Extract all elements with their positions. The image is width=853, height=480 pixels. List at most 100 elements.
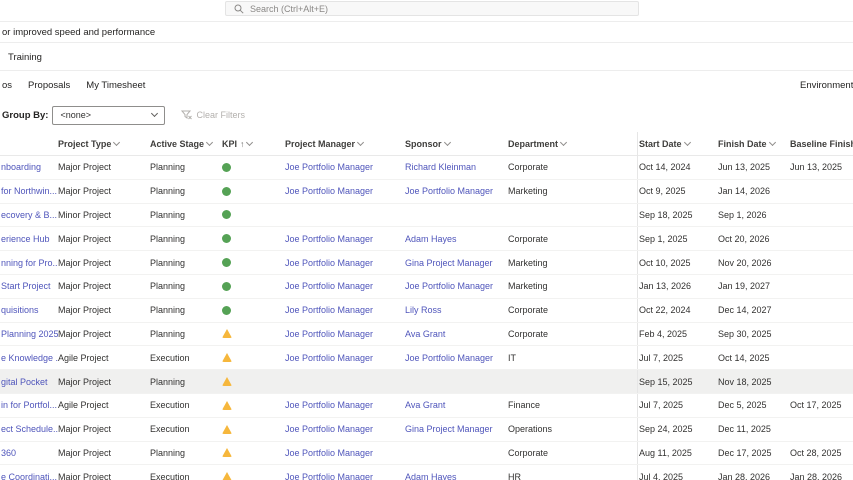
department-cell: Marketing xyxy=(508,257,548,268)
project-type-cell: Agile Project xyxy=(58,352,109,363)
table-row[interactable]: erience Hub Major Project Planning Joe Port… xyxy=(0,227,853,252)
column-header-project-type[interactable]: Project Type xyxy=(58,132,150,156)
project-manager-link[interactable]: Joe Portfolio Manager xyxy=(285,180,405,203)
baseline-finish-cell: Oct 17, 2025 xyxy=(790,400,842,411)
search-input[interactable] xyxy=(250,3,638,14)
project-manager-link[interactable]: Joe Portfolio Manager xyxy=(285,346,405,369)
projects-table: Project Type Active Stage KPI ↑ Project Mana… xyxy=(0,132,853,480)
finish-date-cell: Nov 18, 2025 xyxy=(718,376,772,387)
table-row[interactable]: nning for Pro... Major Project Planning Joe… xyxy=(0,251,853,275)
baseline-finish-cell xyxy=(790,418,853,441)
project-name-link[interactable]: e Knowledge ... xyxy=(0,346,58,369)
kpi-on-track-icon xyxy=(222,210,231,220)
project-name-link[interactable]: e Coordinati... xyxy=(0,465,58,480)
department-cell: Corporate xyxy=(508,162,549,173)
project-manager-link[interactable]: Joe Portfolio Manager xyxy=(285,275,405,298)
chevron-down-icon xyxy=(768,138,776,147)
sponsor-link[interactable]: Adam Hayes xyxy=(405,227,508,250)
search-box[interactable] xyxy=(225,1,639,16)
project-name-link[interactable]: nning for Pro... xyxy=(0,251,58,274)
finish-date-cell: Dec 5, 2025 xyxy=(718,400,767,411)
project-manager-link[interactable]: Joe Portfolio Manager xyxy=(285,418,405,441)
project-name-link[interactable]: in for Portfol... xyxy=(0,394,58,417)
sponsor-link[interactable]: Gina Project Manager xyxy=(405,418,508,441)
project-name-link[interactable]: gital Pocket xyxy=(0,370,58,393)
kpi-cell xyxy=(222,394,285,417)
column-header-kpi[interactable]: KPI ↑ xyxy=(222,132,285,156)
table-row[interactable]: in for Portfol... Agile Project Execution J… xyxy=(0,393,853,418)
sponsor-link[interactable]: Lily Ross xyxy=(405,299,508,322)
sponsor-link[interactable]: Ava Grant xyxy=(405,323,508,346)
tab-training[interactable]: Training xyxy=(8,52,42,63)
table-row[interactable]: quisitions Major Project Planning Joe Portf… xyxy=(0,298,853,323)
project-type-cell: Agile Project xyxy=(58,400,109,411)
column-header-project-manager[interactable]: Project Manager xyxy=(285,132,405,156)
project-name-link[interactable]: for Northwin... xyxy=(0,180,58,203)
column-header-start-date[interactable]: Start Date xyxy=(637,132,718,156)
group-by-value: <none> xyxy=(60,110,91,120)
nav-item-proposals[interactable]: Proposals xyxy=(28,80,70,91)
sponsor-link[interactable]: Joe Portfolio Manager xyxy=(405,275,508,298)
active-stage-cell: Execution xyxy=(150,471,190,480)
project-manager-link[interactable]: Joe Portfolio Manager xyxy=(285,227,405,250)
project-name-link[interactable]: Start Project xyxy=(0,275,58,298)
sponsor-link[interactable]: Ava Grant xyxy=(405,394,508,417)
table-row[interactable]: Start Project Major Project Planning Joe Po… xyxy=(0,274,853,299)
project-name-link[interactable]: ect Schedule... xyxy=(0,418,58,441)
finish-date-cell: Nov 20, 2026 xyxy=(718,257,772,268)
chevron-down-icon xyxy=(246,138,254,147)
sponsor-link[interactable]: Adam Hayes xyxy=(405,465,508,480)
sponsor-link[interactable]: Gina Project Manager xyxy=(405,251,508,274)
table-row[interactable]: nboarding Major Project Planning Joe Portfo… xyxy=(0,156,853,180)
project-name-link[interactable]: nboarding xyxy=(0,156,58,179)
clear-filters-button[interactable]: Clear Filters xyxy=(181,110,245,120)
notification-banner: or improved speed and performance xyxy=(0,21,853,43)
project-manager-link[interactable]: Joe Portfolio Manager xyxy=(285,156,405,179)
sponsor-link xyxy=(405,442,508,465)
table-row[interactable]: ecovery & B... Minor Project Planning Sep 1… xyxy=(0,203,853,228)
project-type-cell: Major Project xyxy=(58,424,112,435)
table-row[interactable]: for Northwin... Major Project Planning Joe … xyxy=(0,179,853,204)
project-manager-link[interactable]: Joe Portfolio Manager xyxy=(285,465,405,480)
group-by-dropdown[interactable]: <none> xyxy=(52,105,166,125)
project-name-link[interactable]: 360 xyxy=(0,442,58,465)
column-label: Department xyxy=(508,139,559,149)
column-header-active-stage[interactable]: Active Stage xyxy=(150,132,222,156)
project-name-link[interactable]: erience Hub xyxy=(0,227,58,250)
nav-item-my-timesheet[interactable]: My Timesheet xyxy=(86,80,145,91)
sponsor-link[interactable]: Richard Kleinman xyxy=(405,156,508,179)
chevron-down-icon xyxy=(683,138,691,147)
active-stage-cell: Execution xyxy=(150,400,190,411)
project-manager-link[interactable]: Joe Portfolio Manager xyxy=(285,251,405,274)
project-manager-link[interactable]: Joe Portfolio Manager xyxy=(285,394,405,417)
column-header-department[interactable]: Department xyxy=(508,132,637,156)
column-header-finish-date[interactable]: Finish Date xyxy=(718,132,790,156)
table-row[interactable]: gital Pocket Major Project Planning Sep 15,… xyxy=(0,370,853,394)
column-header-baseline-finish[interactable]: Baseline Finish xyxy=(790,132,853,156)
project-manager-link[interactable]: Joe Portfolio Manager xyxy=(285,299,405,322)
column-header-sponsor[interactable]: Sponsor xyxy=(405,132,508,156)
finish-date-cell: Sep 30, 2025 xyxy=(718,328,772,339)
sponsor-link[interactable]: Joe Portfolio Manager xyxy=(405,180,508,203)
table-row[interactable]: e Coordinati... Major Project Execution Joe… xyxy=(0,465,853,480)
table-row[interactable]: ect Schedule... Major Project Execution Joe… xyxy=(0,417,853,442)
project-name-link[interactable]: Planning 2025 xyxy=(0,323,58,346)
start-date-cell: Sep 24, 2025 xyxy=(637,417,718,441)
project-name-link[interactable]: ecovery & B... xyxy=(0,204,58,227)
nav-item-environment[interactable]: Environment xyxy=(800,72,853,98)
start-date-cell: Oct 9, 2025 xyxy=(637,179,718,203)
project-type-cell: Major Project xyxy=(58,162,112,173)
department-cell xyxy=(508,204,637,227)
nav-item-portfolios[interactable]: os xyxy=(2,80,12,91)
project-type-cell: Minor Project xyxy=(58,209,112,220)
project-manager-link[interactable]: Joe Portfolio Manager xyxy=(285,323,405,346)
sponsor-link[interactable]: Joe Portfolio Manager xyxy=(405,346,508,369)
table-row[interactable]: e Knowledge ... Agile Project Execution Joe… xyxy=(0,346,853,371)
project-name-link[interactable]: quisitions xyxy=(0,299,58,322)
project-manager-link[interactable]: Joe Portfolio Manager xyxy=(285,442,405,465)
chevron-down-icon xyxy=(443,138,451,147)
table-row[interactable]: 360 Major Project Planning Joe Portfolio Ma… xyxy=(0,441,853,466)
table-row[interactable]: Planning 2025 Major Project Planning Joe Po… xyxy=(0,322,853,347)
finish-date-cell: Jun 13, 2025 xyxy=(718,162,771,173)
kpi-on-track-icon xyxy=(222,234,231,244)
